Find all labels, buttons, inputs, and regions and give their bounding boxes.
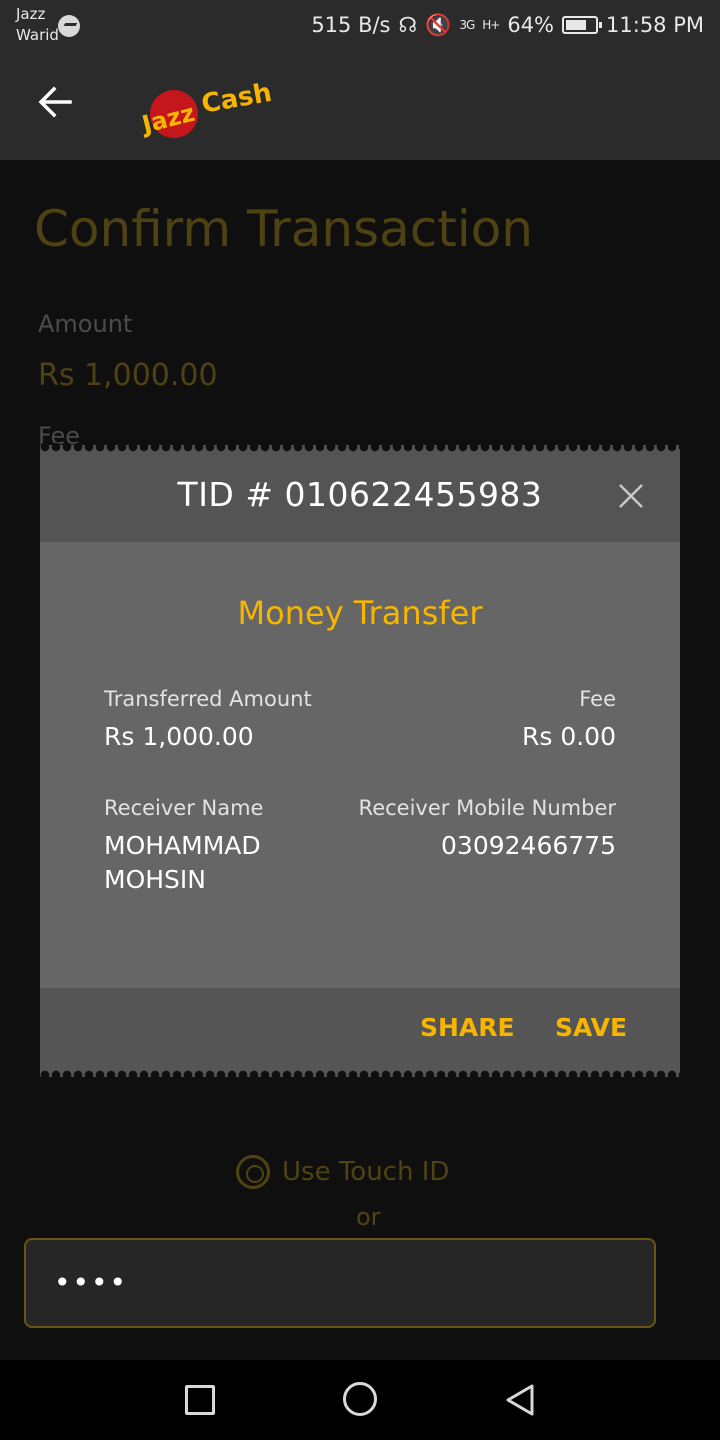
dialog-body: Money Transfer Transferred Amount Rs 1,0… bbox=[40, 542, 680, 988]
transferred-amount-value: Rs 1,000.00 bbox=[104, 722, 254, 751]
jazzcash-logo: Jazz Cash bbox=[140, 78, 274, 139]
fingerprint-icon bbox=[236, 1155, 270, 1189]
receiver-name-line2: MOHSIN bbox=[104, 865, 206, 894]
signal-h-icon: H+ bbox=[482, 18, 500, 32]
receiver-mobile-label: Receiver Mobile Number bbox=[358, 796, 616, 820]
amount-label: Amount bbox=[38, 310, 133, 338]
carrier-name: Jazz Warid bbox=[16, 4, 59, 46]
transferred-amount-label: Transferred Amount bbox=[104, 687, 312, 711]
save-button[interactable]: SAVE bbox=[555, 1013, 627, 1042]
status-icons: 515 B/s ☊ 🔇 3G H+ 64% 11:58 PM bbox=[311, 10, 704, 40]
transaction-id: TID # 010622455983 bbox=[177, 475, 543, 514]
system-nav-bar bbox=[0, 1360, 720, 1440]
mute-icon: 🔇 bbox=[425, 12, 452, 37]
perforated-edge-top bbox=[40, 442, 680, 452]
dialog-actions: SHARE SAVE bbox=[40, 988, 680, 1080]
signal-3g-icon: 3G bbox=[459, 18, 475, 32]
carrier-line1: Jazz bbox=[16, 5, 46, 23]
receiver-mobile-value: 03092466775 bbox=[441, 831, 616, 860]
battery-icon bbox=[562, 16, 603, 34]
svg-text:Cash: Cash bbox=[199, 78, 274, 120]
receiver-name-line1: MOHAMMAD bbox=[104, 831, 261, 860]
clock: 11:58 PM bbox=[606, 13, 704, 37]
perforated-edge-bottom bbox=[40, 1070, 680, 1080]
dialog-header: TID # 010622455983 bbox=[40, 442, 680, 542]
receiver-name-label: Receiver Name bbox=[104, 796, 264, 820]
pin-input[interactable]: •••• bbox=[24, 1238, 656, 1328]
net-speed: 515 B/s bbox=[311, 13, 391, 37]
touch-id-button[interactable]: Use Touch ID bbox=[236, 1155, 449, 1189]
pin-value: •••• bbox=[54, 1266, 129, 1299]
fee-label: Fee bbox=[579, 687, 616, 711]
fee-value: Rs 0.00 bbox=[521, 722, 616, 751]
share-button[interactable]: SHARE bbox=[420, 1013, 515, 1042]
battery-percent: 64% bbox=[507, 13, 555, 37]
messenger-icon bbox=[58, 15, 80, 37]
status-bar: Jazz Warid 515 B/s ☊ 🔇 3G H+ 64% 11:58 P… bbox=[0, 0, 720, 50]
back-arrow-icon[interactable] bbox=[36, 82, 76, 122]
page-title: Confirm Transaction bbox=[34, 200, 533, 258]
carrier-line2: Warid bbox=[16, 26, 59, 44]
app-bar: Jazz Cash bbox=[0, 50, 720, 160]
touch-id-label: Use Touch ID bbox=[282, 1157, 450, 1187]
home-icon[interactable] bbox=[343, 1382, 377, 1416]
close-icon[interactable] bbox=[616, 481, 646, 511]
or-label: or bbox=[356, 1203, 381, 1231]
amount-value: Rs 1,000.00 bbox=[38, 358, 218, 393]
nav-back-icon[interactable] bbox=[502, 1382, 538, 1418]
headset-icon: ☊ bbox=[398, 13, 418, 37]
transaction-receipt-dialog: TID # 010622455983 Money Transfer Transf… bbox=[40, 442, 680, 1080]
recents-icon[interactable] bbox=[185, 1385, 215, 1415]
dialog-heading: Money Transfer bbox=[237, 594, 483, 632]
